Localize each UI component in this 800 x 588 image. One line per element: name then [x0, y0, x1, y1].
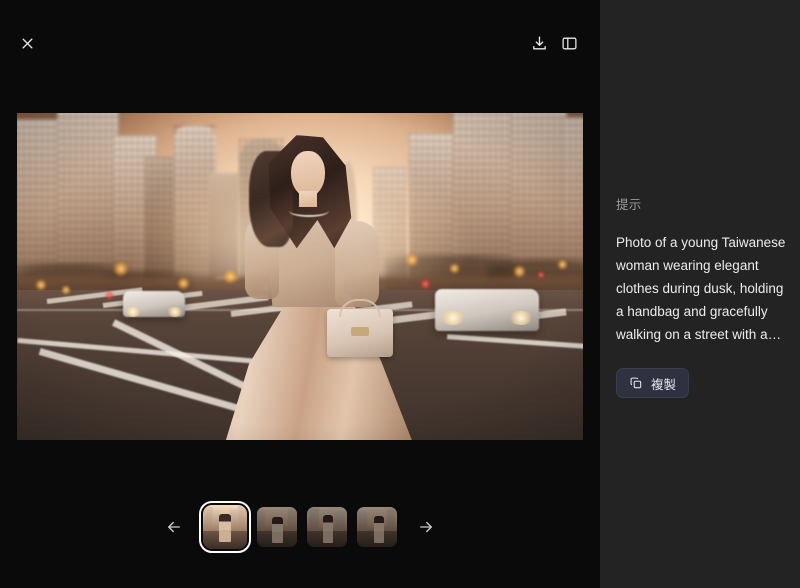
copy-prompt-button[interactable]: 複製 [616, 368, 690, 398]
copy-button-label: 複製 [651, 377, 677, 392]
thumbnail-item[interactable] [257, 507, 297, 547]
thumbnail-item[interactable] [307, 507, 347, 547]
image-stage [0, 0, 600, 588]
prompt-text: Photo of a young Taiwanese woman wearing… [616, 235, 786, 342]
prompt-label: 提示 [616, 198, 642, 212]
next-arrow-icon [417, 518, 435, 536]
thumbnail-list [199, 501, 397, 553]
thumbnail-item[interactable] [357, 507, 397, 547]
toggle-side-panel-button[interactable] [554, 28, 584, 58]
image-viewer: 提示 Photo of a young Taiwanese woman wear… [0, 0, 800, 588]
thumbnail-item[interactable] [199, 501, 251, 553]
thumbnail-strip [0, 492, 600, 562]
side-panel-icon [561, 35, 578, 52]
download-button[interactable] [524, 28, 554, 58]
previous-arrow-icon [165, 518, 183, 536]
close-button[interactable] [12, 28, 42, 58]
next-image-button[interactable] [411, 512, 441, 542]
previous-image-button[interactable] [159, 512, 189, 542]
main-image-content [17, 113, 583, 440]
close-icon [20, 36, 35, 51]
main-image[interactable] [17, 113, 583, 440]
download-icon [531, 35, 548, 52]
copy-icon [629, 376, 643, 390]
viewer-toolbar [0, 0, 600, 72]
details-side-panel: 提示 Photo of a young Taiwanese woman wear… [600, 0, 800, 588]
